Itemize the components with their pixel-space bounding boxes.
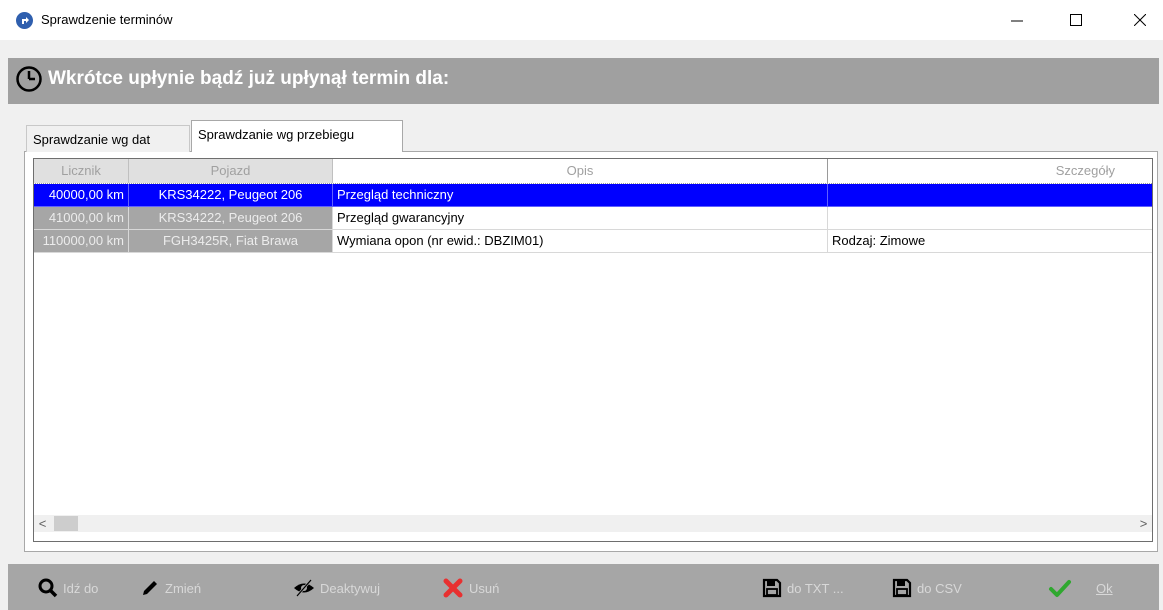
table-row[interactable]: 41000,00 km KRS34222, Peugeot 206 Przegl… — [34, 207, 1152, 230]
floppy-disk-icon — [892, 578, 912, 598]
column-header-szczegoly[interactable]: Szczegóły — [828, 159, 1152, 184]
app-icon — [16, 12, 33, 29]
clock-icon — [16, 66, 42, 92]
scroll-right-button[interactable]: > — [1135, 515, 1152, 532]
export-csv-button[interactable]: do CSV — [892, 576, 962, 600]
column-header-licznik[interactable]: Licznik — [34, 159, 129, 184]
export-txt-label: do TXT ... — [787, 580, 844, 596]
edit-label: Zmień — [165, 580, 202, 596]
export-txt-button[interactable]: do TXT ... — [762, 576, 844, 600]
deactivate-button[interactable]: Deaktywuj — [293, 576, 380, 600]
maximize-icon — [1070, 14, 1082, 26]
table-row[interactable]: 110000,00 km FGH3425R, Fiat Brawa Wymian… — [34, 230, 1152, 253]
cell-pojazd: FGH3425R, Fiat Brawa — [129, 230, 333, 253]
title-bar: Sprawdzenie terminów — [0, 0, 1163, 40]
ok-button[interactable]: Ok — [1048, 576, 1113, 600]
bottom-toolbar: Idź do Zmień Deaktywuj Usuń do TXT ... d… — [8, 564, 1159, 610]
scroll-left-button[interactable]: < — [34, 515, 51, 532]
header-title: Wkrótce upłynie bądź już upłynął termin … — [48, 68, 450, 89]
search-icon — [38, 578, 58, 598]
cell-szczegoly — [828, 207, 1152, 230]
deadlines-grid[interactable]: Licznik Pojazd Opis Szczegóły 40000,00 k… — [33, 158, 1153, 542]
scrollbar-thumb[interactable] — [54, 516, 78, 531]
close-button[interactable] — [1117, 0, 1163, 40]
pencil-icon — [143, 581, 157, 595]
cell-pojazd: KRS34222, Peugeot 206 — [129, 207, 333, 230]
delete-x-icon — [443, 578, 463, 598]
grid-header: Licznik Pojazd Opis Szczegóły — [34, 159, 1152, 184]
deactivate-label: Deaktywuj — [320, 580, 380, 596]
ok-label: Ok — [1096, 580, 1113, 596]
cell-licznik: 40000,00 km — [34, 184, 129, 207]
minimize-icon — [1011, 20, 1023, 22]
window-title: Sprawdzenie terminów — [41, 12, 173, 27]
dialog-window: Sprawdzenie terminów Wkrótce upłynie bąd… — [0, 0, 1163, 610]
floppy-disk-icon — [762, 578, 782, 598]
minimize-button[interactable] — [994, 0, 1040, 40]
cell-opis: Przegląd techniczny — [333, 184, 828, 207]
header-banner: Wkrótce upłynie bądź już upłynął termin … — [8, 58, 1159, 104]
delete-button[interactable]: Usuń — [442, 576, 499, 600]
tab-by-mileage[interactable]: Sprawdzanie wg przebiegu — [191, 120, 403, 152]
delete-label: Usuń — [469, 580, 500, 596]
column-header-opis[interactable]: Opis — [333, 159, 828, 184]
edit-button[interactable]: Zmień — [140, 576, 201, 600]
column-header-pojazd[interactable]: Pojazd — [129, 159, 333, 184]
cell-pojazd: KRS34222, Peugeot 206 — [129, 184, 333, 207]
horizontal-scrollbar[interactable]: < > — [34, 515, 1152, 532]
close-icon — [1134, 14, 1146, 26]
cell-licznik: 110000,00 km — [34, 230, 129, 253]
table-row[interactable]: 40000,00 km KRS34222, Peugeot 206 Przegl… — [34, 183, 1152, 208]
cell-opis: Przegląd gwarancyjny — [333, 207, 828, 230]
cell-opis: Wymiana opon (nr ewid.: DBZIM01) — [333, 230, 828, 253]
cell-szczegoly: Rodzaj: Zimowe — [828, 230, 1152, 253]
tab-by-date[interactable]: Sprawdzanie wg dat — [26, 125, 190, 152]
eye-slash-icon — [294, 579, 314, 597]
cell-szczegoly — [828, 184, 1152, 207]
export-csv-label: do CSV — [917, 580, 962, 596]
maximize-button[interactable] — [1053, 0, 1099, 40]
checkmark-icon — [1049, 580, 1071, 597]
go-to-button[interactable]: Idź do — [38, 576, 98, 600]
cell-licznik: 41000,00 km — [34, 207, 129, 230]
go-to-label: Idź do — [63, 580, 99, 596]
